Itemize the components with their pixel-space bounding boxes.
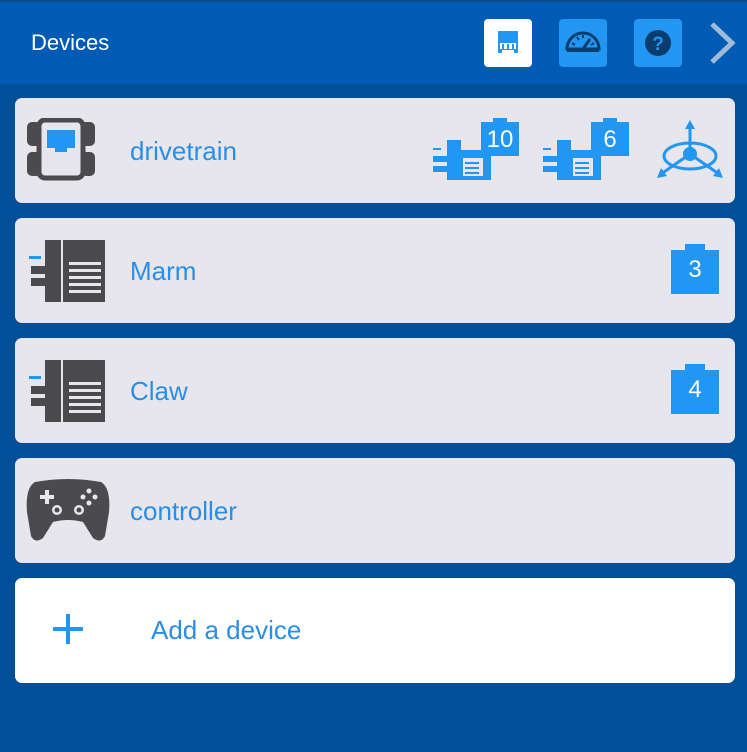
add-device-button[interactable]: Add a device [15, 578, 735, 683]
gyro-icon [657, 120, 723, 178]
port-number: 4 [688, 376, 702, 403]
device-card-marm[interactable]: Marm 3 [15, 218, 735, 323]
chevron-right-icon[interactable] [704, 18, 740, 68]
plus-icon [53, 614, 83, 644]
brain-port-icon [498, 31, 518, 53]
page-title: Devices [31, 30, 110, 55]
brain-port-button[interactable] [484, 19, 532, 67]
device-card-claw[interactable]: Claw 4 [15, 338, 735, 443]
device-card-controller[interactable]: controller [15, 458, 735, 563]
add-device-label: Add a device [151, 615, 302, 645]
motor-icon [29, 240, 105, 302]
svg-text:?: ? [652, 34, 664, 55]
port-number: 6 [603, 126, 617, 153]
device-label: controller [130, 496, 237, 526]
controller-icon [26, 479, 110, 541]
port-number: 3 [688, 256, 702, 283]
device-label: Claw [130, 376, 188, 406]
device-label: Marm [130, 256, 197, 286]
device-label: drivetrain [130, 136, 237, 166]
motor-icon [29, 360, 105, 422]
dashboard-button[interactable] [559, 19, 607, 67]
drivetrain-icon [27, 118, 95, 181]
header-bar: Devices ? [0, 0, 747, 84]
help-button[interactable]: ? [634, 19, 682, 67]
port-number: 10 [486, 126, 514, 153]
device-card-drivetrain[interactable]: drivetrain 10 6 [15, 98, 735, 203]
help-icon: ? [645, 30, 671, 56]
dashboard-icon [565, 31, 601, 52]
